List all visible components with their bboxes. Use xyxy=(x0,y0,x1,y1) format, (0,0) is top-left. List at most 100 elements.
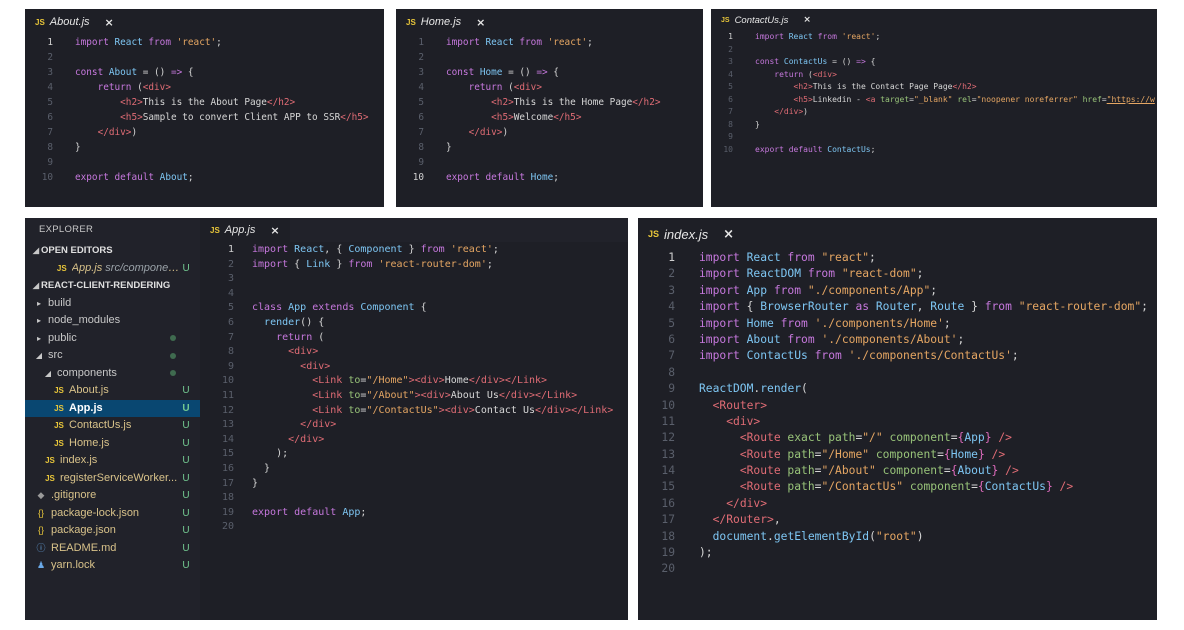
tree-item-node-modules[interactable]: ▸ node_modules xyxy=(25,312,200,330)
close-icon[interactable]: × xyxy=(105,16,114,29)
code-line[interactable]: 4 return (<div> xyxy=(25,80,384,95)
code-line[interactable]: 8 xyxy=(638,365,1157,381)
code-line[interactable]: 17} xyxy=(200,477,628,492)
code-line[interactable]: 3 import App from "./components/App"; xyxy=(638,283,1157,299)
code-line[interactable]: 12 <Route exact path="/" component={App}… xyxy=(638,430,1157,446)
code-line[interactable]: 4 xyxy=(200,287,628,302)
about-tab[interactable]: JS About.js × xyxy=(25,9,124,35)
about-editor[interactable]: JS About.js × 1 import React from 'react'… xyxy=(25,9,384,207)
code-line[interactable]: 20 xyxy=(638,561,1157,577)
code-line[interactable]: 20 xyxy=(200,520,628,535)
code-line[interactable]: 12 <Link to="/ContactUs"><div>Contact Us… xyxy=(200,404,628,419)
code-line[interactable]: 18 document.getElementById("root") xyxy=(638,529,1157,545)
code-line[interactable]: 2 xyxy=(25,50,384,65)
code-line[interactable]: 6 <h5>Sample to convert Client APP to SS… xyxy=(25,110,384,125)
tree-item-src[interactable]: ◢ src xyxy=(25,347,200,365)
tree-item-package-lock-json[interactable]: {} package-lock.json U xyxy=(25,505,200,523)
code-line[interactable]: 9 xyxy=(711,131,1157,144)
home-code[interactable]: 1 import React from 'react'; 2 3 const Home … xyxy=(396,35,703,185)
tree-item-package-json[interactable]: {} package.json U xyxy=(25,522,200,540)
tree-item-contactus-js[interactable]: JS ContactUs.js U xyxy=(25,417,200,435)
code-line[interactable]: 9 xyxy=(396,155,703,170)
code-line[interactable]: 2 xyxy=(396,50,703,65)
code-line[interactable]: 4 return (<div> xyxy=(711,69,1157,82)
code-line[interactable]: 6 <h5>Linkedin - <a target="_blank" rel=… xyxy=(711,94,1157,107)
code-line[interactable]: 10 <Link to="/Home"><div>Home</div></Lin… xyxy=(200,374,628,389)
about-code[interactable]: 1 import React from 'react'; 2 3 const About… xyxy=(25,35,384,185)
code-line[interactable]: 2 import { Link } from 'react-router-dom'… xyxy=(200,258,628,273)
code-line[interactable]: 1 import React from 'react'; xyxy=(396,35,703,50)
home-tab[interactable]: JS Home.js × xyxy=(396,9,495,35)
contact-tab[interactable]: JS ContactUs.js × xyxy=(711,9,821,31)
code-line[interactable]: 5 <h2>This is the Contact Page Page</h2> xyxy=(711,81,1157,94)
code-line[interactable]: 7 return ( xyxy=(200,331,628,346)
code-line[interactable]: 10 <Router> xyxy=(638,398,1157,414)
code-line[interactable]: 6 render() { xyxy=(200,316,628,331)
close-icon[interactable]: × xyxy=(270,224,279,237)
code-line[interactable]: 5 <h2>This is the Home Page</h2> xyxy=(396,95,703,110)
index-code[interactable]: 1 import React from "react"; 2 import React… xyxy=(638,250,1157,578)
code-line[interactable]: 13 </div> xyxy=(200,418,628,433)
code-line[interactable]: 3 const About = () => { xyxy=(25,65,384,80)
app-editor[interactable]: JS App.js × 1 import React, { Component }… xyxy=(200,218,628,620)
code-line[interactable]: 2 xyxy=(711,44,1157,57)
code-line[interactable]: 17 </Router>, xyxy=(638,512,1157,528)
code-line[interactable]: 5 class App extends Component { xyxy=(200,301,628,316)
code-line[interactable]: 7 </div>) xyxy=(396,125,703,140)
code-line[interactable]: 1 import React from 'react'; xyxy=(711,31,1157,44)
code-line[interactable]: 9 <div> xyxy=(200,360,628,375)
tree-item-readme-md[interactable]: ⓘ README.md U xyxy=(25,540,200,558)
home-editor[interactable]: JS Home.js × 1 import React from 'react';… xyxy=(396,9,703,207)
tree-item-registerserviceworker-[interactable]: JS registerServiceWorker... U xyxy=(25,470,200,488)
code-line[interactable]: 8} xyxy=(396,140,703,155)
code-line[interactable]: 18 xyxy=(200,491,628,506)
code-line[interactable]: 9 ReactDOM.render( xyxy=(638,381,1157,397)
code-line[interactable]: 13 <Route path="/Home" component={Home} … xyxy=(638,447,1157,463)
tree-item-yarn-lock[interactable]: ♟ yarn.lock U xyxy=(25,557,200,575)
tree-item-components[interactable]: ◢ components xyxy=(25,365,200,383)
contact-code[interactable]: 1 import React from 'react'; 2 3 const Conta… xyxy=(711,31,1157,156)
code-line[interactable]: 8 <div> xyxy=(200,345,628,360)
tree-item-index-js[interactable]: JS index.js U xyxy=(25,452,200,470)
code-line[interactable]: 10 export default ContactUs; xyxy=(711,144,1157,157)
code-line[interactable]: 8} xyxy=(25,140,384,155)
code-line[interactable]: 16 } xyxy=(200,462,628,477)
code-line[interactable]: 10 export default Home; xyxy=(396,170,703,185)
code-line[interactable]: 11 <div> xyxy=(638,414,1157,430)
code-line[interactable]: 14 <Route path="/About" component={About… xyxy=(638,463,1157,479)
code-line[interactable]: 1 import React from "react"; xyxy=(638,250,1157,266)
close-icon[interactable]: × xyxy=(803,15,811,25)
tree-item--gitignore[interactable]: ◆ .gitignore U xyxy=(25,487,200,505)
index-editor[interactable]: JS index.js × 1 import React from "react"… xyxy=(638,218,1157,620)
code-line[interactable]: 4 return (<div> xyxy=(396,80,703,95)
code-line[interactable]: 3 const ContactUs = () => { xyxy=(711,56,1157,69)
index-tab[interactable]: JS index.js × xyxy=(638,218,744,250)
code-line[interactable]: 15 <Route path="/ContactUs" component={C… xyxy=(638,479,1157,495)
code-line[interactable]: 19); xyxy=(638,545,1157,561)
code-line[interactable]: 4 import { BrowserRouter as Router, Route… xyxy=(638,299,1157,315)
close-icon[interactable]: × xyxy=(476,16,485,29)
code-line[interactable]: 1 import React from 'react'; xyxy=(25,35,384,50)
contact-editor[interactable]: JS ContactUs.js × 1 import React from 're… xyxy=(711,9,1157,207)
code-line[interactable]: 7 import ContactUs from './components/Con… xyxy=(638,348,1157,364)
tree-item-build[interactable]: ▸ build xyxy=(25,295,200,313)
open-editors-section[interactable]: ◢ OPEN EDITORS xyxy=(25,242,200,260)
code-line[interactable]: 1 import React, { Component } from 'react… xyxy=(200,243,628,258)
code-line[interactable]: 10 export default About; xyxy=(25,170,384,185)
code-line[interactable]: 6 <h5>Welcome</h5> xyxy=(396,110,703,125)
code-line[interactable]: 7 </div>) xyxy=(25,125,384,140)
app-tab[interactable]: JS App.js × xyxy=(200,218,290,242)
code-line[interactable]: 7 </div>) xyxy=(711,106,1157,119)
code-line[interactable]: 3 const Home = () => { xyxy=(396,65,703,80)
code-line[interactable]: 5 <h2>This is the About Page</h2> xyxy=(25,95,384,110)
code-line[interactable]: 11 <Link to="/About"><div>About Us</div>… xyxy=(200,389,628,404)
code-line[interactable]: 5 import Home from './components/Home'; xyxy=(638,316,1157,332)
code-line[interactable]: 8} xyxy=(711,119,1157,132)
code-line[interactable]: 16 </div> xyxy=(638,496,1157,512)
app-code[interactable]: 1 import React, { Component } from 'react… xyxy=(200,243,628,535)
code-line[interactable]: 19 export default App; xyxy=(200,506,628,521)
tree-item-home-js[interactable]: JS Home.js U xyxy=(25,435,200,453)
project-section[interactable]: ◢ REACT-CLIENT-RENDERING xyxy=(25,277,200,295)
code-line[interactable]: 15 ); xyxy=(200,447,628,462)
close-icon[interactable]: × xyxy=(723,227,734,242)
